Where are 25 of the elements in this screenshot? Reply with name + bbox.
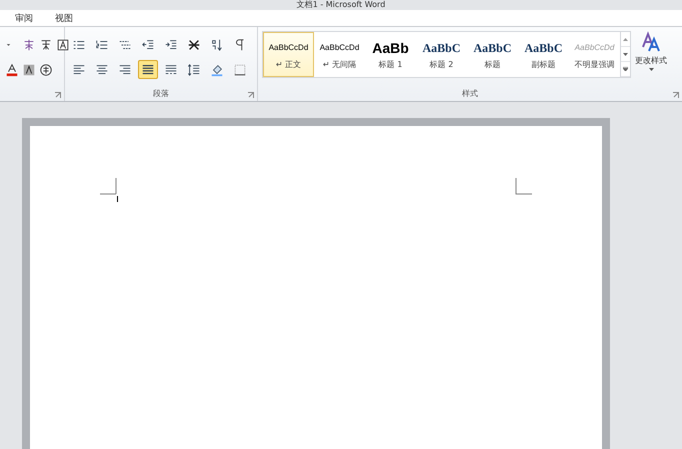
group-label: 段落 [153,89,169,98]
margin-mark [516,178,532,194]
scroll-down-icon[interactable] [623,52,628,56]
dialog-launcher-icon[interactable] [673,92,679,98]
style-item[interactable]: AaBbC 标题 2 [416,32,467,77]
more-icon[interactable] [623,67,628,71]
ribbon-tab[interactable]: 审阅 [6,8,42,28]
style-item[interactable]: AaBbCcDd ↵ 正文 [263,32,314,77]
ribbon-tab[interactable]: 视图 [46,8,82,28]
window-title: 文档1 - Microsoft Word [296,0,386,10]
group-label: 样式 [462,89,478,98]
dialog-launcher-icon[interactable] [55,92,61,98]
style-item[interactable]: AaBb 标题 1 [365,32,416,77]
style-item[interactable]: AaBbCcDd ↵ 无间隔 [314,32,365,77]
scroll-up-icon[interactable] [623,38,628,40]
caret-icon [648,68,654,71]
margin-mark [100,178,116,194]
change-styles-button[interactable]: 更改样式 [631,27,671,87]
change-styles-icon [640,31,662,53]
style-item[interactable]: AaBbC 副标题 [518,32,569,77]
dialog-launcher-icon[interactable] [248,92,254,98]
style-item[interactable]: AaBbCcDd 不明显强调 [569,32,620,77]
style-item[interactable]: AaBbC 标题 [467,32,518,77]
text-cursor [117,196,118,202]
justify-icon[interactable] [138,60,158,79]
